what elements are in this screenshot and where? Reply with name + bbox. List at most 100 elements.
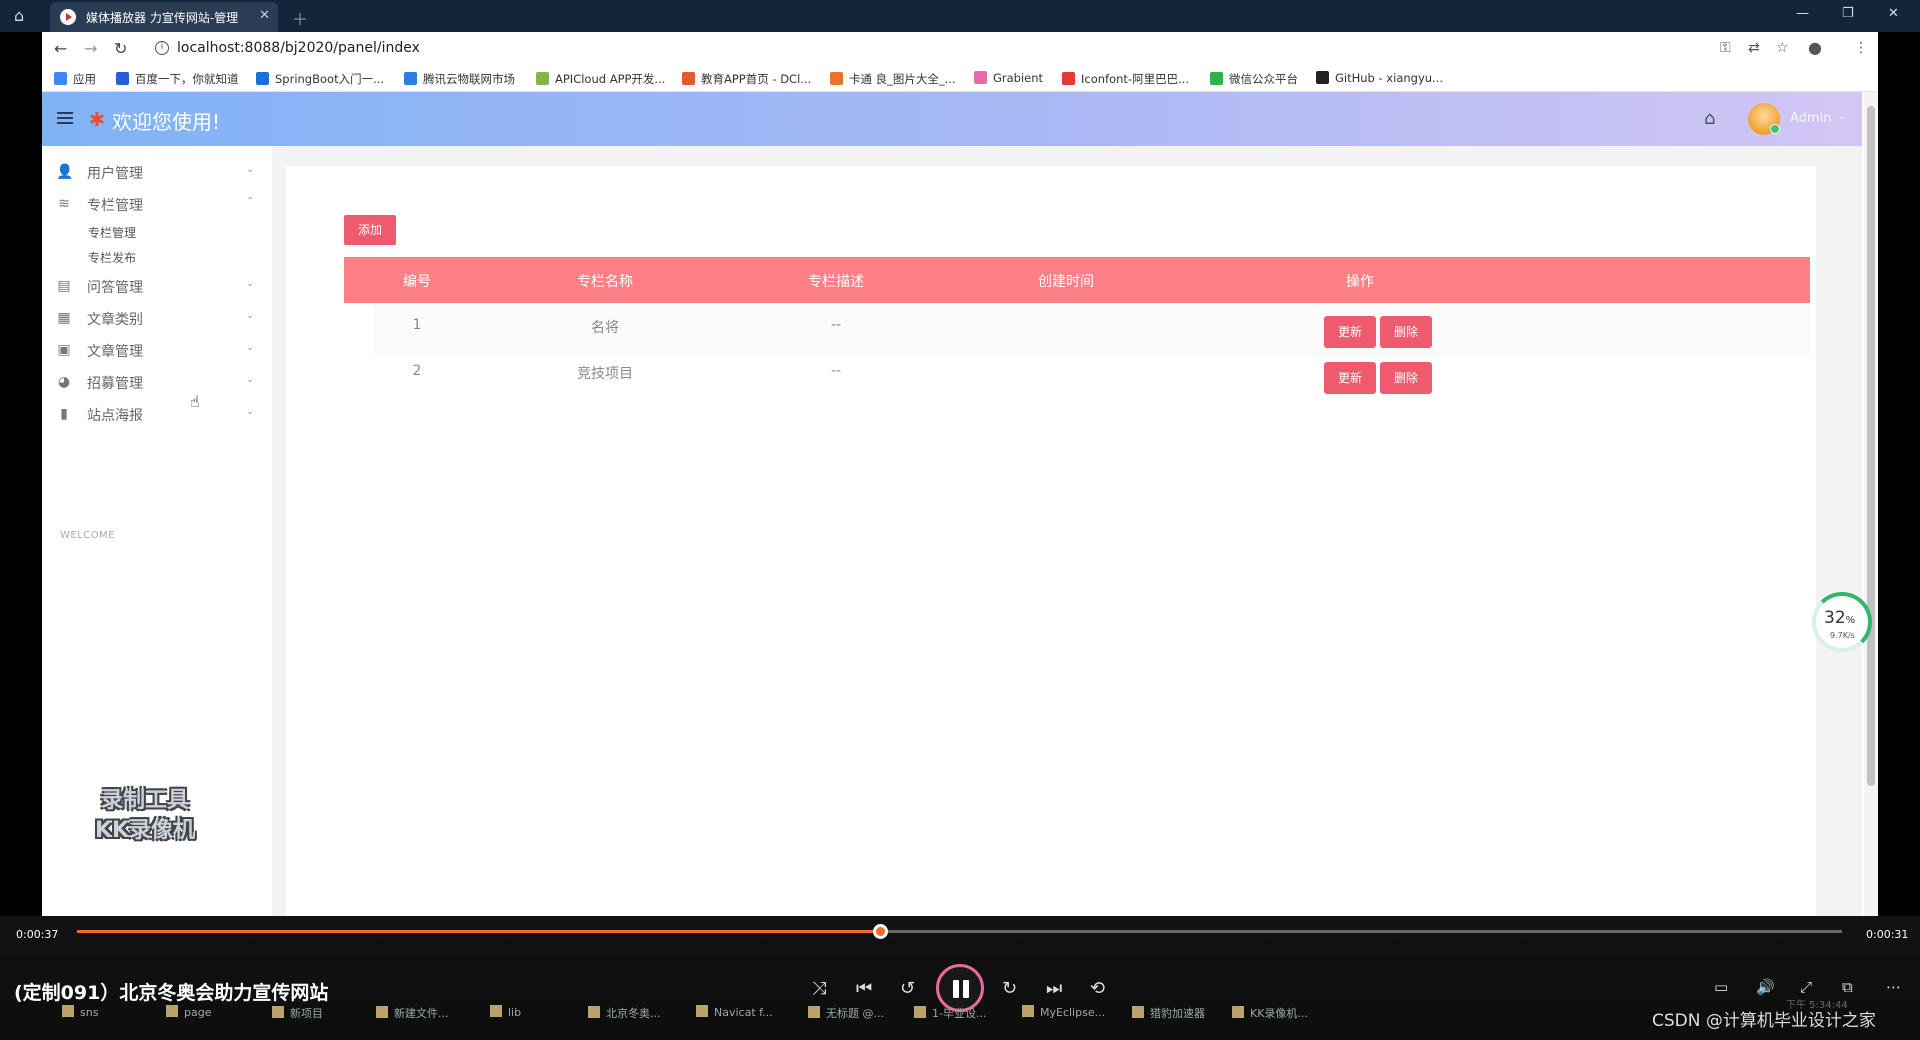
close-tab-icon[interactable]: ✕ (259, 8, 270, 23)
seek-bar[interactable] (77, 924, 1842, 939)
sidebar-item[interactable]: ▤ 问答管理 ⌄ (42, 270, 272, 302)
player-tab[interactable]: 媒体播放器 力宣传网站-管理 ✕ (50, 2, 278, 32)
taskbar-item[interactable]: 北京冬奥... (588, 1005, 661, 1021)
mouse-cursor-icon: ☝ (190, 392, 200, 411)
bookmark-favicon-icon (116, 72, 129, 85)
bookmark-item[interactable]: 应用 (54, 71, 96, 87)
sidebar-item[interactable]: ≋ 专栏管理 ⌃ (42, 188, 272, 220)
previous-icon[interactable]: ⏮ (856, 978, 872, 999)
files-icon: ▤ (57, 278, 71, 294)
fullscreen-icon[interactable]: ⤢ (1800, 978, 1812, 996)
play-circle-icon (60, 9, 76, 25)
app-icon (588, 1006, 600, 1018)
submenu-column-manage[interactable]: 专栏管理 (88, 224, 136, 241)
bookmark-item[interactable]: SpringBoot入门一... (256, 71, 384, 87)
sidebar-item[interactable]: ▣ 文章管理 ⌄ (42, 334, 272, 366)
taskbar-item[interactable]: Navicat f... (696, 1005, 773, 1019)
taskbar-item[interactable]: 猎豹加速器 (1132, 1005, 1205, 1021)
update-button[interactable]: 更新 (1324, 316, 1376, 348)
next-icon[interactable]: ⏭ (1046, 978, 1062, 999)
new-tab-icon[interactable]: ＋ (292, 6, 308, 30)
app-icon (376, 1006, 388, 1018)
page-scrollbar[interactable] (1864, 92, 1878, 916)
taskbar-item[interactable]: lib (490, 1005, 521, 1019)
cell-id: 2 (412, 363, 422, 379)
avatar[interactable] (1748, 103, 1780, 135)
welcome-text: WELCOME (60, 530, 116, 541)
forward-30-icon[interactable]: ↻ (1002, 978, 1017, 999)
seek-bar-fill (77, 930, 881, 933)
sidebar-item-label: 文章类别 (87, 312, 143, 328)
taskbar-item[interactable]: KK录像机... (1232, 1005, 1308, 1021)
taskbar-item[interactable]: 无标题 @... (808, 1005, 884, 1021)
taskbar: sns page 新项目 新建文件... lib 北京冬奥... Navicat f... 无… (42, 999, 1592, 1025)
scrollbar-thumb[interactable] (1867, 106, 1875, 786)
taskbar-label: MyEclipse... (1040, 1006, 1106, 1019)
taskbar-item[interactable]: 1-毕业设... (914, 1005, 986, 1021)
subtitles-icon[interactable]: ▭ (1714, 978, 1728, 996)
chevron-down-icon: ⌄ (246, 342, 255, 353)
bookmark-favicon-icon (256, 72, 269, 85)
bookmark-item[interactable]: 教育APP首页 - DCl... (682, 71, 811, 87)
home-icon[interactable]: ⌂ (1704, 108, 1715, 129)
minimize-icon[interactable]: — (1796, 6, 1809, 21)
bookmarks-bar: 应用 百度一下，你就知道 SpringBoot入门一... 腾讯云物联网市场 APICl… (42, 66, 1878, 92)
bookmark-item[interactable]: Grabient (974, 71, 1043, 87)
miniplayer-icon[interactable]: ⧉ (1842, 978, 1853, 996)
taskbar-item[interactable]: page (166, 1005, 211, 1019)
delete-button[interactable]: 删除 (1380, 316, 1432, 348)
sidebar-item-label: 招募管理 (87, 376, 143, 392)
restore-icon[interactable]: ❐ (1842, 6, 1854, 21)
key-icon[interactable]: ⚿ (1720, 40, 1731, 56)
sidebar-item[interactable]: ◕ 招募管理 ⌄ (42, 366, 272, 398)
sidebar-item[interactable]: ▦ 文章类别 ⌄ (42, 302, 272, 334)
rewind-10-icon[interactable]: ↺ (900, 978, 915, 999)
menu-dots-icon[interactable]: ⋮ (1854, 40, 1868, 56)
taskbar-item[interactable]: sns (62, 1005, 98, 1019)
hamburger-icon[interactable] (57, 112, 73, 124)
bookmark-item[interactable]: 百度一下，你就知道 (116, 71, 239, 87)
bookmark-item[interactable]: Iconfont-阿里巴巴... (1062, 71, 1189, 87)
delete-button[interactable]: 删除 (1380, 362, 1432, 394)
user-name[interactable]: Admin (1790, 111, 1831, 126)
translate-icon[interactable]: ⇄ (1748, 40, 1760, 56)
submenu-column-publish[interactable]: 专栏发布 (88, 249, 136, 266)
app-header: ✱ 欢迎您使用! ⌂ Admin ⌄ (42, 92, 1862, 146)
update-button[interactable]: 更新 (1324, 362, 1376, 394)
bookmark-item[interactable]: GitHub - xiangyu... (1316, 71, 1443, 87)
sidebar-item-label: 专栏管理 (87, 198, 143, 214)
table-header: 编号 专栏名称 专栏描述 创建时间 操作 (344, 257, 1810, 303)
speed-widget[interactable]: 32% 9.7K/s (1812, 592, 1872, 652)
taskbar-item[interactable]: 新建文件... (376, 1005, 449, 1021)
taskbar-item[interactable]: MyEclipse... (1022, 1005, 1105, 1019)
shuffle-icon[interactable]: ⤨ (812, 978, 826, 999)
star-icon[interactable]: ☆ (1776, 40, 1789, 56)
bookmark-item[interactable]: 卡通 良_图片大全_... (830, 71, 956, 87)
url-field[interactable]: i localhost:8088/bj2020/panel/index (147, 37, 1707, 61)
reload-icon[interactable]: ↻ (114, 39, 127, 58)
add-button[interactable]: 添加 (344, 215, 396, 245)
account-icon[interactable]: ● (1808, 38, 1822, 57)
volume-icon[interactable]: 🔊 (1756, 978, 1775, 996)
close-window-icon[interactable]: ✕ (1888, 6, 1899, 21)
bookmark-item[interactable]: APICloud APP开发... (536, 71, 665, 87)
app-icon (696, 1005, 708, 1017)
more-icon[interactable]: ⋯ (1886, 978, 1901, 996)
info-icon[interactable]: i (155, 41, 169, 55)
forward-icon[interactable]: → (84, 39, 97, 58)
home-icon[interactable]: ⌂ (14, 7, 32, 25)
pie-icon: ◕ (57, 374, 71, 390)
taskbar-label: page (184, 1006, 212, 1019)
sidebar-item[interactable]: 👤 用户管理 ⌄ (42, 156, 272, 188)
sidebar-item[interactable]: ▮ 站点海报 ⌄ (42, 398, 272, 430)
chevron-down-icon[interactable]: ⌄ (1838, 111, 1846, 122)
time-total: 0:00:31 (1866, 928, 1909, 941)
repeat-icon[interactable]: ⟲ (1090, 978, 1105, 999)
back-icon[interactable]: ← (54, 39, 67, 58)
seek-handle[interactable] (873, 924, 889, 939)
bookmark-label: SpringBoot入门一... (275, 72, 385, 86)
bookmark-item[interactable]: 微信公众平台 (1210, 71, 1298, 87)
taskbar-item[interactable]: 新项目 (272, 1005, 323, 1021)
bookmark-item[interactable]: 腾讯云物联网市场 (404, 71, 515, 87)
list-icon: ▦ (57, 310, 71, 326)
